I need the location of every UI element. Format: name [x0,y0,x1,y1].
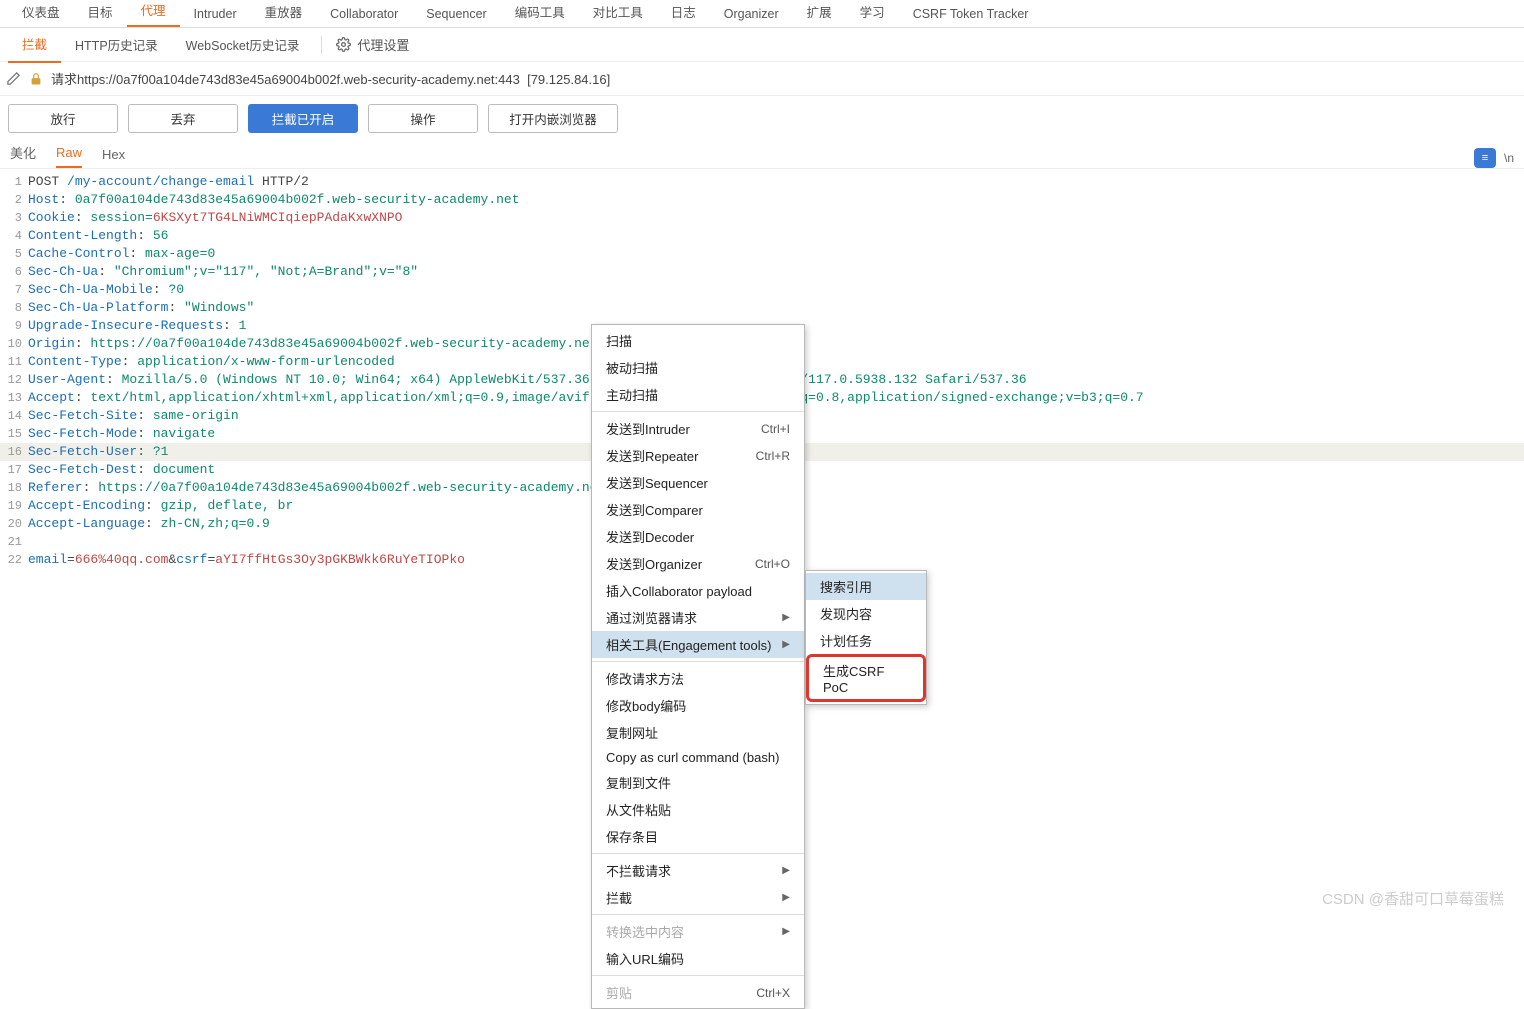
action-buttons: 放行 丢弃 拦截已开启 操作 打开内嵌浏览器 [0,96,1524,141]
top-tab-collaborator[interactable]: Collaborator [316,1,412,27]
top-tab-仪表盘[interactable]: 仪表盘 [8,0,74,27]
submenu-item[interactable]: 发现内容 [806,600,926,627]
menu-item[interactable]: 复制到文件 [592,769,804,796]
watermark: CSDN @香甜可口草莓蛋糕 [1322,888,1504,909]
drop-button[interactable]: 丢弃 [128,104,238,133]
sub-tab[interactable]: WebSocket历史记录 [172,27,314,62]
menu-item[interactable]: 修改请求方法 [592,665,804,692]
request-label: 请求https://0a7f00a104de743d83e45a69004b00… [51,69,610,88]
menu-item[interactable]: 主动扫描 [592,381,804,408]
proxy-settings-label: 代理设置 [357,35,409,54]
top-tab-目标[interactable]: 目标 [74,0,127,27]
sub-tab[interactable]: 拦截 [8,26,61,63]
newline-indicator: \n [1504,151,1514,165]
sub-tab[interactable]: HTTP历史记录 [61,27,172,62]
menu-item: 转换选中内容▶ [592,918,804,945]
menu-item[interactable]: 保存条目 [592,823,804,850]
gear-icon [336,37,351,52]
context-menu: 扫描被动扫描主动扫描发送到IntruderCtrl+I发送到RepeaterCt… [591,324,805,1009]
menu-item[interactable]: 修改body编码 [592,692,804,719]
menu-item[interactable]: 从文件粘贴 [592,796,804,823]
menu-item[interactable]: 发送到IntruderCtrl+I [592,415,804,442]
lock-icon [29,72,43,86]
menu-item: 剪贴Ctrl+X [592,979,804,1006]
top-tab-对比工具[interactable]: 对比工具 [579,0,657,27]
view-tabs: 美化 Raw Hex ≡ \n [0,141,1524,169]
menu-item[interactable]: 扫描 [592,327,804,354]
top-tab-intruder[interactable]: Intruder [180,1,251,27]
sub-tabs: 拦截HTTP历史记录WebSocket历史记录 代理设置 [0,28,1524,62]
top-tab-编码工具[interactable]: 编码工具 [501,0,579,27]
view-tab-hex[interactable]: Hex [102,147,125,168]
menu-item[interactable]: 插入Collaborator payload [592,577,804,604]
forward-button[interactable]: 放行 [8,104,118,133]
top-tab-organizer[interactable]: Organizer [710,1,793,27]
submenu-item[interactable]: 搜索引用 [806,573,926,600]
menu-item[interactable]: 被动扫描 [592,354,804,381]
top-tab-csrf token tracker[interactable]: CSRF Token Tracker [899,1,1043,27]
top-tab-扩展[interactable]: 扩展 [793,0,846,27]
divider [321,36,322,54]
menu-item[interactable]: 发送到OrganizerCtrl+O [592,550,804,577]
menu-item[interactable]: Copy as curl command (bash) [592,746,804,769]
context-submenu: 搜索引用发现内容计划任务生成CSRF PoC [805,570,927,705]
menu-item[interactable]: 不拦截请求▶ [592,857,804,884]
menu-item[interactable]: 发送到Comparer [592,496,804,523]
menu-item[interactable]: 发送到Sequencer [592,469,804,496]
message-editor-badge[interactable]: ≡ [1474,148,1496,168]
top-tab-重放器[interactable]: 重放器 [251,0,317,27]
top-tab-代理[interactable]: 代理 [127,0,180,27]
request-row: 请求https://0a7f00a104de743d83e45a69004b00… [0,62,1524,96]
top-tab-日志[interactable]: 日志 [657,0,710,27]
menu-item[interactable]: 发送到Decoder [592,523,804,550]
submenu-item[interactable]: 计划任务 [806,627,926,654]
intercept-toggle-button[interactable]: 拦截已开启 [248,104,358,133]
top-tabs: 仪表盘目标代理Intruder重放器CollaboratorSequencer编… [0,0,1524,28]
top-tab-sequencer[interactable]: Sequencer [412,1,500,27]
submenu-item[interactable]: 生成CSRF PoC [806,654,926,702]
pencil-icon[interactable] [6,71,21,86]
open-browser-button[interactable]: 打开内嵌浏览器 [488,104,618,133]
editor-right-controls: ≡ \n [1474,148,1514,168]
action-button[interactable]: 操作 [368,104,478,133]
top-tab-学习[interactable]: 学习 [846,0,899,27]
proxy-settings[interactable]: 代理设置 [330,35,409,54]
menu-item[interactable]: 发送到RepeaterCtrl+R [592,442,804,469]
view-tab-美化[interactable]: 美化 [10,143,36,168]
menu-item[interactable]: 拦截▶ [592,884,804,911]
menu-item[interactable]: 相关工具(Engagement tools)▶ [592,631,804,658]
menu-item[interactable]: 输入URL编码 [592,945,804,972]
menu-item[interactable]: 复制网址 [592,719,804,746]
menu-item[interactable]: 通过浏览器请求▶ [592,604,804,631]
view-tab-raw[interactable]: Raw [56,145,82,168]
